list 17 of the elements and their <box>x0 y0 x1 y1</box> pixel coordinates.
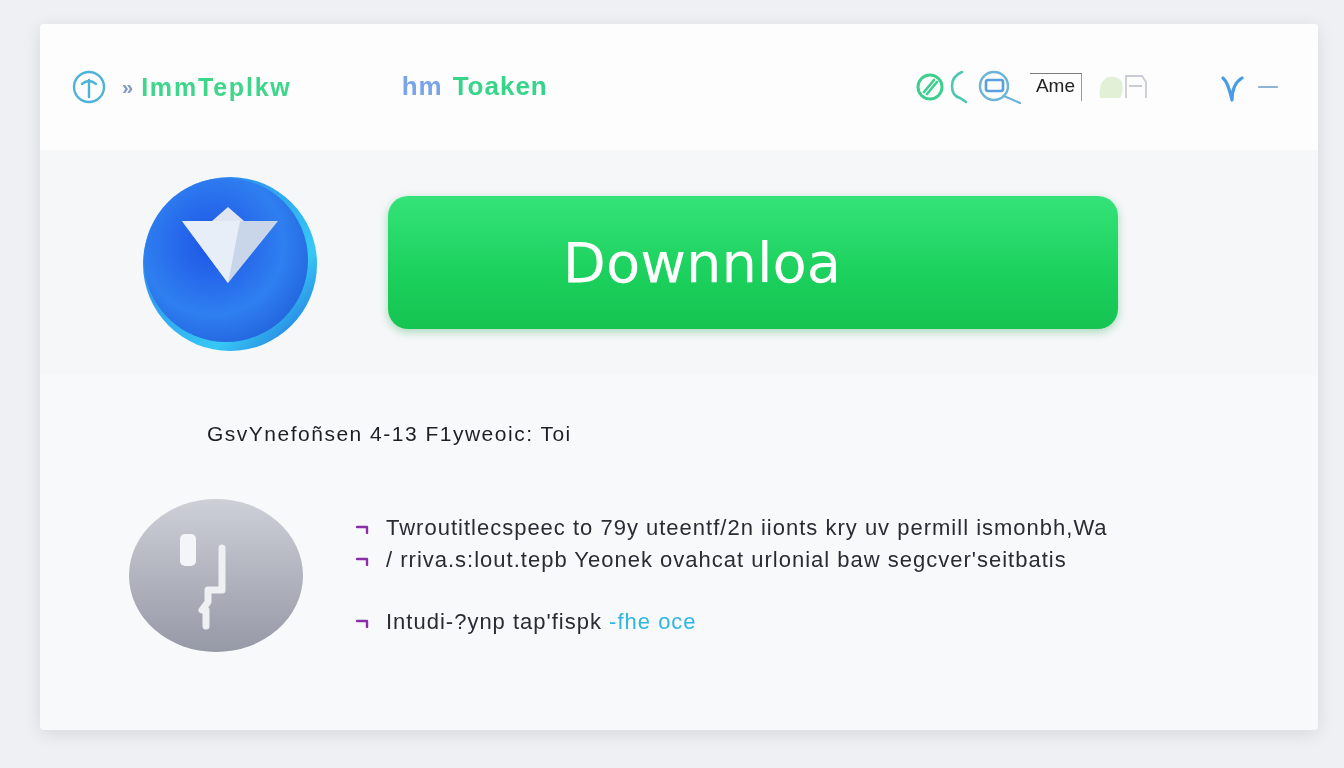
app-title: ImmTeplkw <box>141 72 292 102</box>
bullet-icon <box>356 617 370 628</box>
minimize-icon[interactable] <box>1258 85 1278 89</box>
feature-text: / rriva.s:lout.tepb Yeonek ovahcat urlonial baw segcver'seitbatis <box>386 547 1067 574</box>
feature-text: Twroutitlecspeec to 79y uteentf/2n iionts kry uv permill ismonbh,Wa <box>386 515 1108 542</box>
breadcrumb-separator: » <box>122 77 134 97</box>
header-tab[interactable]: Ame <box>1029 73 1082 101</box>
brand-prefix: hm <box>401 71 443 103</box>
bullet-icon <box>356 555 370 566</box>
download-button[interactable]: Downnloa <box>388 196 1118 329</box>
subtitle-text: GsvYnefoñsen 4-13 F1yweoic: Toi <box>207 421 572 447</box>
brand-name: Toaken <box>452 71 548 103</box>
plug-icon <box>128 498 304 654</box>
slashed-circle-icon[interactable] <box>915 72 944 102</box>
feature-text: Intudi-?ynp tap'fispk -fhe oce <box>386 609 697 636</box>
bullet-icon <box>356 523 370 534</box>
feature-link[interactable]: -fhe oce <box>609 609 697 635</box>
